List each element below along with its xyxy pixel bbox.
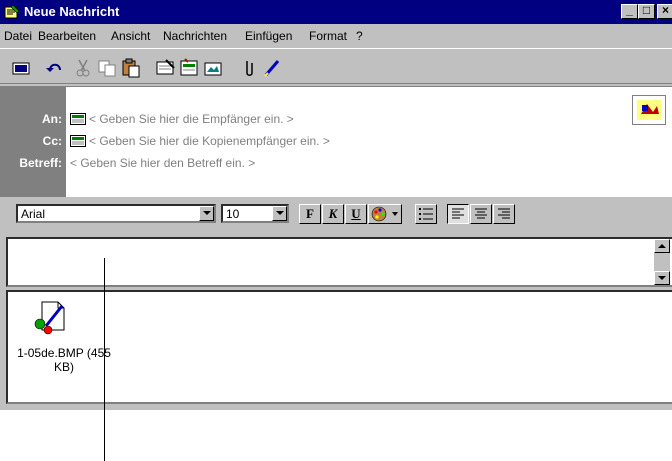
message-window: Neue Nachricht _ □ × Datei Bearbeiten An…: [0, 0, 672, 410]
address-book-icon[interactable]: [70, 135, 86, 147]
font-family-select[interactable]: Arial: [16, 204, 216, 223]
scroll-up-button[interactable]: [654, 239, 670, 253]
underline-button[interactable]: U: [345, 204, 367, 224]
align-left-icon: [452, 208, 464, 219]
copy-icon[interactable]: [96, 58, 118, 78]
menu-einfuegen[interactable]: Einfügen: [245, 29, 292, 43]
menu-nachrichten[interactable]: Nachrichten: [163, 29, 227, 43]
cc-field[interactable]: < Geben Sie hier die Kopienempfänger ein…: [70, 134, 330, 148]
subject-label: Betreff:: [19, 156, 62, 170]
paste-icon[interactable]: [120, 58, 142, 78]
font-size-select[interactable]: 10: [221, 204, 289, 223]
new-message-icon: [4, 4, 20, 19]
stationery-icon[interactable]: [632, 95, 666, 125]
subject-placeholder: < Geben Sie hier den Betreff ein. >: [70, 156, 256, 170]
cc-label: Cc:: [42, 134, 62, 148]
window-title: Neue Nachricht: [24, 4, 120, 19]
font-color-button[interactable]: [368, 204, 402, 224]
menu-format[interactable]: Format: [309, 29, 347, 43]
menu-bearbeiten[interactable]: Bearbeiten: [38, 29, 96, 43]
scroll-down-button[interactable]: [654, 271, 670, 285]
cut-icon[interactable]: [72, 58, 94, 78]
title-bar[interactable]: Neue Nachricht _ □ ×: [0, 0, 672, 24]
callout-line: [104, 258, 105, 461]
font-size-value: 10: [226, 207, 240, 221]
header-fields: < Geben Sie hier die Empfänger ein. > < …: [66, 87, 672, 197]
maximize-button[interactable]: □: [638, 3, 655, 19]
chevron-down-icon: [658, 276, 666, 280]
subject-field[interactable]: < Geben Sie hier den Betreff ein. >: [70, 156, 255, 170]
bitmap-file-icon[interactable]: [34, 300, 68, 336]
message-header: An: Cc: Betreff: < Geben Sie hier die Em…: [0, 86, 672, 197]
menu-help[interactable]: ?: [356, 29, 363, 43]
align-right-button[interactable]: [493, 204, 515, 224]
chevron-down-icon[interactable]: [199, 206, 214, 221]
close-button[interactable]: ×: [657, 3, 672, 19]
italic-button[interactable]: K: [322, 204, 344, 224]
bullet-list-icon: [419, 208, 433, 220]
undo-icon[interactable]: [44, 58, 66, 78]
to-field[interactable]: < Geben Sie hier die Empfänger ein. >: [70, 112, 294, 126]
check-names-icon[interactable]: [154, 58, 176, 78]
vertical-scrollbar[interactable]: [654, 239, 670, 285]
to-label: An:: [42, 112, 62, 126]
cc-placeholder: < Geben Sie hier die Kopienempfänger ein…: [89, 134, 330, 148]
menu-ansicht[interactable]: Ansicht: [111, 29, 150, 43]
menu-bar: Datei Bearbeiten Ansicht Nachrichten Ein…: [0, 26, 672, 46]
address-book-icon[interactable]: [70, 113, 86, 125]
formatting-toolbar: Arial 10 F K U: [0, 198, 672, 234]
to-placeholder: < Geben Sie hier die Empfänger ein. >: [89, 112, 294, 126]
menu-datei[interactable]: Datei: [4, 29, 32, 43]
align-center-button[interactable]: [470, 204, 492, 224]
chevron-down-icon[interactable]: [272, 206, 287, 221]
message-body[interactable]: [6, 237, 672, 287]
bullet-list-button[interactable]: [415, 204, 437, 224]
attach-icon[interactable]: [238, 58, 260, 78]
minimize-button[interactable]: _: [621, 3, 638, 19]
font-family-value: Arial: [21, 207, 46, 221]
select-recipients-icon[interactable]: [178, 58, 200, 78]
signature-icon[interactable]: [262, 58, 284, 78]
bold-button[interactable]: F: [299, 204, 321, 224]
attachment-pane: 1-05de.BMP (455 KB): [6, 290, 672, 404]
align-right-icon: [498, 208, 510, 219]
standard-toolbar: [0, 48, 672, 84]
align-center-icon: [475, 208, 487, 219]
align-left-button[interactable]: [447, 204, 469, 224]
chevron-up-icon: [658, 244, 666, 248]
palette-icon: [371, 206, 398, 222]
send-icon[interactable]: [10, 58, 32, 78]
header-label-column: An: Cc: Betreff:: [0, 87, 66, 197]
insert-file-icon[interactable]: [202, 58, 224, 78]
